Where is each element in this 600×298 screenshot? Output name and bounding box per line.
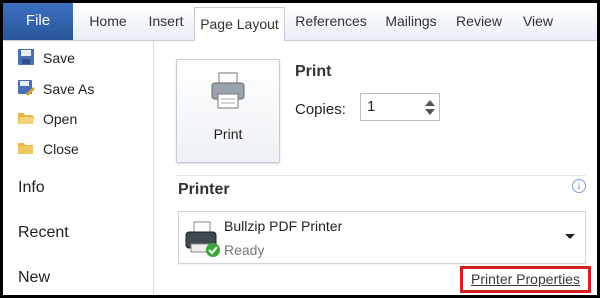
divider	[176, 175, 586, 176]
copies-label: Copies:	[295, 101, 346, 118]
printer-device-icon	[183, 220, 221, 263]
print-button-label: Print	[213, 126, 243, 142]
nav-item-close[interactable]: Close	[17, 137, 79, 161]
save-as-icon	[17, 79, 37, 99]
nav-item-label: Save	[43, 50, 75, 66]
save-icon	[17, 48, 37, 68]
info-icon[interactable]: i	[572, 179, 586, 193]
printer-icon	[210, 72, 246, 115]
nav-item-open[interactable]: Open	[17, 107, 77, 131]
tab-insert[interactable]: Insert	[143, 3, 189, 40]
nav-item-label: Open	[43, 111, 78, 127]
printer-name: Bullzip PDF Printer	[224, 218, 343, 234]
ribbon-tab-bar: File Home Insert Page Layout References …	[3, 3, 597, 41]
spin-up-icon[interactable]	[425, 100, 435, 106]
tab-view[interactable]: View	[521, 3, 555, 40]
nav-item-label: Close	[43, 141, 79, 157]
printer-heading: Printer	[178, 181, 230, 198]
open-folder-icon	[17, 109, 37, 129]
printer-properties-link[interactable]: Printer Properties	[460, 266, 591, 293]
nav-item-info[interactable]: Info	[18, 179, 45, 197]
close-folder-icon	[17, 139, 37, 159]
tab-home[interactable]: Home	[87, 3, 129, 40]
tab-page-layout[interactable]: Page Layout	[194, 7, 285, 41]
print-panel: Print Print Copies: 1 Printer i Bullzip …	[154, 41, 597, 295]
nav-item-new[interactable]: New	[18, 269, 50, 287]
nav-item-save[interactable]: Save	[17, 46, 75, 70]
nav-item-save-as[interactable]: Save As	[17, 77, 94, 101]
printer-status: Ready	[224, 242, 265, 258]
backstage-nav: Save Save As Open Close Info Recent New	[3, 41, 154, 295]
printer-dropdown[interactable]: Bullzip PDF Printer Ready	[178, 211, 586, 264]
print-heading: Print	[295, 63, 332, 80]
copies-stepper[interactable]: 1	[360, 93, 440, 121]
backstage-window: File Home Insert Page Layout References …	[3, 3, 597, 295]
tab-file[interactable]: File	[3, 3, 73, 40]
tab-review[interactable]: Review	[455, 3, 503, 40]
nav-item-label: Save As	[43, 81, 95, 97]
chevron-down-icon[interactable]	[565, 234, 575, 239]
spin-down-icon[interactable]	[425, 109, 435, 115]
nav-item-recent[interactable]: Recent	[18, 224, 69, 242]
tab-mailings[interactable]: Mailings	[381, 3, 441, 40]
tab-references[interactable]: References	[295, 3, 367, 40]
print-button[interactable]: Print	[176, 59, 280, 163]
copies-value[interactable]: 1	[367, 98, 375, 115]
